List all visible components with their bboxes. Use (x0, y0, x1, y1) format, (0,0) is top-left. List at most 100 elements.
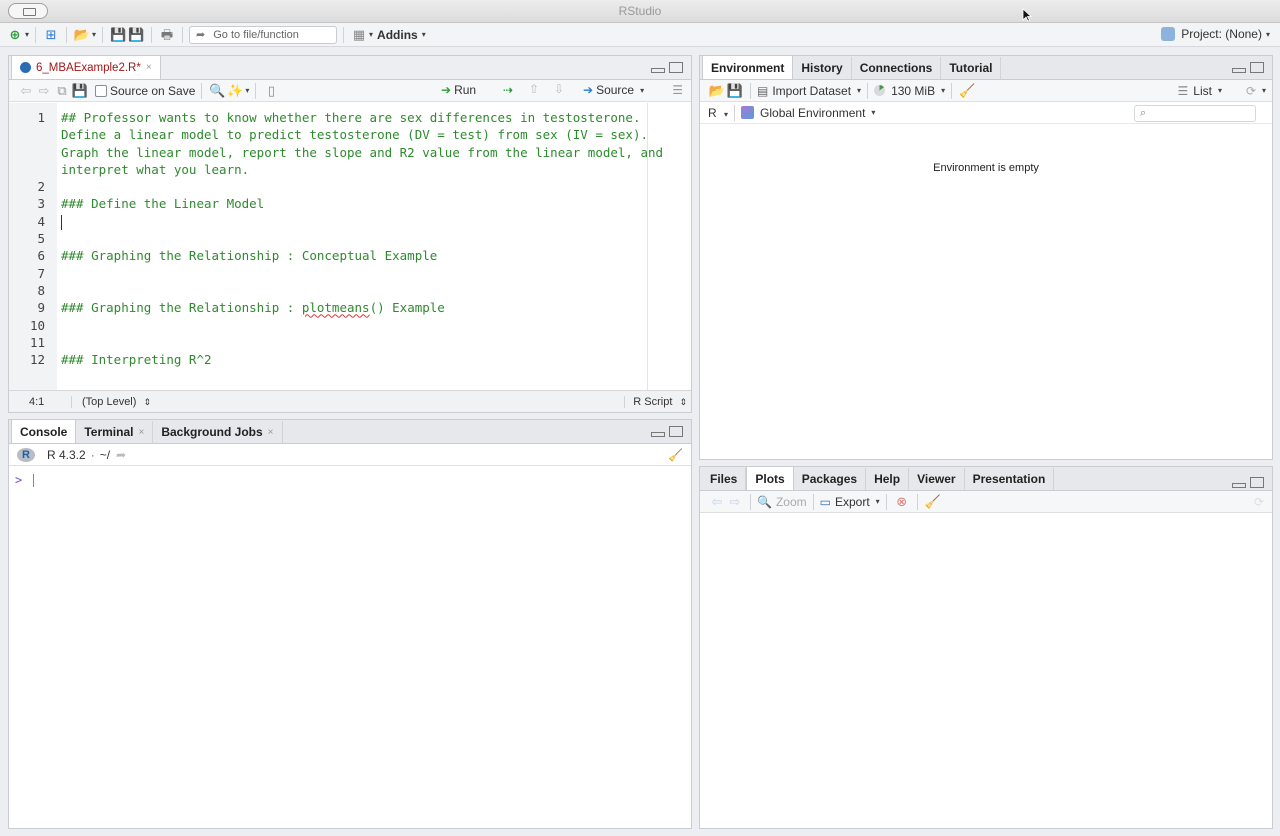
scope-selector[interactable]: Global Environment ▾ (741, 106, 875, 120)
source-button[interactable]: ➔ Source ▾ (583, 83, 644, 97)
tab-connections[interactable]: Connections (852, 57, 942, 79)
main-toolbar: ⊕ ▾ ⊞ 📂 ▾ 💾 💾 🖶 ➦ Go to file/function ▦ … (0, 23, 1280, 47)
minimize-pane-icon[interactable] (651, 432, 665, 437)
show-in-window-icon[interactable]: ⧉ (53, 82, 71, 100)
tab-history[interactable]: History (793, 57, 852, 79)
tab-terminal[interactable]: Terminal × (76, 421, 154, 443)
goto-file-input[interactable]: ➦ Go to file/function (189, 25, 338, 44)
save-all-icon[interactable]: 💾 (127, 26, 145, 44)
zoom-button[interactable]: 🔍 Zoom (757, 495, 807, 509)
save-icon[interactable]: 💾 (109, 26, 127, 44)
close-tab-icon[interactable]: × (146, 62, 152, 73)
view-mode-label: List (1193, 83, 1212, 98)
r-file-icon (20, 62, 31, 73)
clear-environment-broom-icon[interactable]: 🧹 (958, 82, 976, 100)
tab-plots[interactable]: Plots (746, 467, 794, 490)
files-window-controls (1232, 477, 1264, 488)
goto-directory-icon[interactable]: ➦ (116, 448, 126, 462)
tab-files[interactable]: Files (702, 468, 747, 490)
open-file-dropdown-icon[interactable]: ▾ (92, 30, 96, 39)
memory-dropdown-icon: ▾ (941, 86, 946, 95)
addins-menu[interactable]: Addins (377, 28, 418, 42)
new-project-icon[interactable]: ⊞ (42, 26, 60, 44)
environment-search-input[interactable]: ⌕ (1134, 105, 1256, 122)
view-mode-menu[interactable]: ☰ List ▾ (1178, 84, 1222, 98)
line-number: 10 (29, 317, 45, 333)
code-editor[interactable]: 1 ## Professor wants to know whether ther… (9, 103, 691, 390)
close-terminal-icon[interactable]: × (138, 427, 144, 438)
previous-plot-icon[interactable]: ⇦ (708, 493, 726, 511)
export-icon: ▭ (819, 494, 831, 509)
language-selector[interactable]: R ▾ (708, 106, 728, 120)
minimize-pane-icon[interactable] (651, 68, 665, 73)
forward-arrow-icon[interactable]: ⇨ (35, 82, 53, 100)
goto-arrow-icon: ➦ (196, 29, 206, 41)
refresh-plots-icon[interactable]: ⟳ (1254, 495, 1264, 509)
compile-report-icon[interactable]: ▯ (262, 82, 280, 100)
load-workspace-icon[interactable]: 📂 (708, 82, 726, 100)
tab-presentation[interactable]: Presentation (965, 468, 1055, 490)
line-number: 5 (37, 231, 45, 247)
rerun-icon[interactable]: ⇢ (503, 83, 513, 97)
grid-layout-icon[interactable]: ▦ (350, 26, 368, 44)
tab-viewer[interactable]: Viewer (909, 468, 965, 490)
tab-help[interactable]: Help (866, 468, 910, 490)
maximize-pane-icon[interactable] (669, 62, 683, 73)
search-icon[interactable]: 🔍 (208, 82, 226, 100)
outline-icon[interactable]: ☰ (672, 83, 683, 97)
code-tools-wand-icon[interactable]: ✨ (226, 82, 244, 100)
code-line: 10​ (30, 317, 687, 334)
scope-selector[interactable]: (Top Level) ⇕ (71, 395, 151, 408)
refresh-dropdown-icon[interactable]: ▾ (1262, 86, 1266, 95)
tab-tutorial[interactable]: Tutorial (941, 57, 1002, 79)
print-icon[interactable]: 🖶 (158, 26, 176, 44)
file-type-selector[interactable]: R Script ⇕ (624, 395, 687, 408)
r-logo-icon: R (17, 447, 35, 462)
export-button[interactable]: ▭ Export ▾ (820, 495, 880, 509)
project-menu[interactable]: Project: (None) ▾ (1161, 27, 1270, 41)
memory-usage-button[interactable]: 130 MiB ▾ (874, 84, 945, 98)
clear-plots-broom-icon[interactable]: 🧹 (924, 493, 942, 511)
remove-plot-icon[interactable]: ⊗ (893, 493, 911, 511)
environment-toolbar: 📂 💾 ▤ Import Dataset ▾ 130 MiB ▾ 🧹 ☰ Lis… (700, 80, 1272, 102)
text-cursor (61, 214, 62, 230)
go-up-icon[interactable]: ⇧ (529, 82, 539, 96)
console-output[interactable]: > (9, 467, 691, 828)
environment-pane: Environment History Connections Tutorial… (699, 55, 1273, 460)
tab-source-file[interactable]: 6_MBAExample2.R* × (11, 56, 161, 79)
maximize-pane-icon[interactable] (669, 426, 683, 437)
refresh-environment-icon[interactable]: ⟳ (1246, 84, 1256, 98)
minimize-pane-icon[interactable] (1232, 483, 1246, 488)
source-on-save-checkbox[interactable] (95, 84, 107, 97)
tab-packages[interactable]: Packages (794, 468, 867, 490)
minimize-pane-icon[interactable] (1232, 68, 1246, 73)
go-down-icon[interactable]: ⇩ (554, 82, 564, 96)
toolbar-divider (255, 82, 257, 99)
addins-dropdown-icon[interactable]: ▾ (422, 30, 426, 39)
back-arrow-icon[interactable]: ⇦ (17, 82, 35, 100)
new-file-icon[interactable]: ⊕ (6, 26, 24, 44)
window-title: RStudio (618, 4, 662, 18)
maximize-pane-icon[interactable] (1250, 62, 1264, 73)
save-file-icon[interactable]: 💾 (71, 82, 89, 100)
import-dataset-button[interactable]: ▤ Import Dataset ▾ (757, 84, 861, 98)
close-background-jobs-icon[interactable]: × (268, 427, 274, 438)
next-plot-icon[interactable]: ⇨ (726, 493, 744, 511)
window-titlebar: RStudio (0, 0, 1280, 23)
code-tools-dropdown-icon[interactable]: ▾ (245, 86, 249, 95)
tab-console[interactable]: Console (11, 420, 77, 443)
environment-window-controls (1232, 62, 1264, 73)
code-line: 6 ### Graphing the Relationship : Concept… (37, 247, 687, 264)
run-button[interactable]: ➔ Run (441, 83, 476, 97)
grid-layout-dropdown-icon[interactable]: ▾ (369, 30, 373, 39)
save-workspace-icon[interactable]: 💾 (726, 82, 744, 100)
new-file-dropdown-icon[interactable]: ▾ (25, 30, 29, 39)
list-icon: ☰ (1177, 83, 1189, 98)
clear-console-icon[interactable]: 🧹 (668, 448, 683, 462)
cursor-position: 4:1 (29, 395, 45, 408)
tab-background-jobs[interactable]: Background Jobs × (153, 421, 283, 443)
maximize-pane-icon[interactable] (1250, 477, 1264, 488)
open-file-icon[interactable]: 📂 (73, 26, 91, 44)
code-line: 7​ (37, 265, 687, 282)
tab-environment[interactable]: Environment (702, 56, 794, 79)
